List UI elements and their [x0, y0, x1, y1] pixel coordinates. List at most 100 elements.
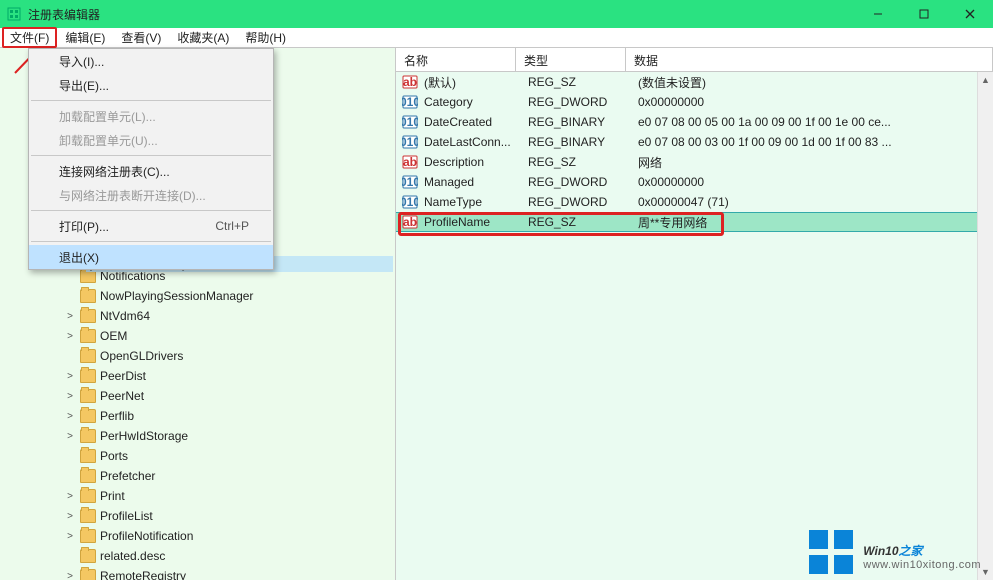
- menu-view[interactable]: 查看(V): [113, 28, 169, 47]
- menu-item[interactable]: 导入(I)...: [29, 49, 273, 73]
- tree-node-label: OpenGLDrivers: [100, 349, 183, 363]
- folder-icon: [80, 369, 96, 383]
- chevron-right-icon[interactable]: >: [64, 511, 76, 522]
- value-rows: ab(默认)REG_SZ(数值未设置)010CategoryREG_DWORD0…: [396, 72, 993, 232]
- string-value-icon: ab: [402, 154, 418, 170]
- col-data-header[interactable]: 数据: [626, 48, 993, 71]
- window-buttons: [855, 0, 993, 28]
- value-row[interactable]: abDescriptionREG_SZ网络: [396, 152, 993, 172]
- minimize-button[interactable]: [855, 0, 901, 28]
- value-row[interactable]: 010 DateLastConn...REG_BINARYe0 07 08 00 …: [396, 132, 993, 152]
- menu-item-label: 打印(P)...: [59, 218, 109, 235]
- tree-node[interactable]: >PeerNet: [4, 386, 395, 406]
- tree-node[interactable]: >Print: [4, 486, 395, 506]
- tree-node[interactable]: > Perflib: [4, 406, 395, 426]
- tree-node[interactable]: >NtVdm64: [4, 306, 395, 326]
- value-name: ProfileName: [424, 215, 528, 229]
- tree-node[interactable]: Ports: [4, 446, 395, 466]
- value-name: Category: [424, 95, 528, 109]
- svg-text:ab: ab: [403, 155, 417, 169]
- tree-node[interactable]: >ProfileList: [4, 506, 395, 526]
- menu-item-label: 导入(I)...: [59, 53, 104, 70]
- value-row[interactable]: abProfileNameREG_SZ周**专用网络: [396, 212, 993, 232]
- value-row[interactable]: 010NameTypeREG_DWORD0x00000047 (71): [396, 192, 993, 212]
- value-type: REG_BINARY: [528, 135, 638, 149]
- chevron-right-icon[interactable]: >: [64, 571, 76, 580]
- chevron-right-icon[interactable]: >: [64, 391, 76, 402]
- tree-node[interactable]: OpenGLDrivers: [4, 346, 395, 366]
- menu-item-label: 导出(E)...: [59, 77, 109, 94]
- value-type: REG_SZ: [528, 155, 638, 169]
- chevron-right-icon[interactable]: >: [64, 371, 76, 382]
- tree-node[interactable]: > PerHwIdStorage: [4, 426, 395, 446]
- folder-icon: [80, 349, 96, 363]
- menu-item[interactable]: 退出(X): [29, 245, 273, 269]
- maximize-button[interactable]: [901, 0, 947, 28]
- menu-separator: [31, 100, 271, 101]
- value-data: (数值未设置): [638, 74, 993, 91]
- chevron-right-icon[interactable]: >: [64, 331, 76, 342]
- value-name: NameType: [424, 195, 528, 209]
- value-data: 网络: [638, 154, 993, 171]
- folder-icon: [80, 389, 96, 403]
- chevron-right-icon[interactable]: >: [64, 311, 76, 322]
- menu-help[interactable]: 帮助(H): [237, 28, 294, 47]
- tree-node[interactable]: related.desc: [4, 546, 395, 566]
- chevron-right-icon[interactable]: >: [64, 431, 76, 442]
- binary-value-icon: 010: [402, 114, 418, 130]
- tree-node[interactable]: > PeerDist: [4, 366, 395, 386]
- tree-node[interactable]: >ProfileNotification: [4, 526, 395, 546]
- menu-edit[interactable]: 编辑(E): [57, 28, 113, 47]
- col-type-header[interactable]: 类型: [516, 48, 626, 71]
- value-row[interactable]: ab(默认)REG_SZ(数值未设置): [396, 72, 993, 92]
- menu-item-label: 连接网络注册表(C)...: [59, 163, 170, 180]
- tree-node[interactable]: NowPlayingSessionManager: [4, 286, 395, 306]
- binary-value-icon: 010: [402, 194, 418, 210]
- menu-item-shortcut: Ctrl+P: [215, 219, 249, 233]
- chevron-right-icon[interactable]: >: [64, 411, 76, 422]
- watermark-logo-icon: [809, 530, 853, 574]
- scrollbar-vertical[interactable]: ▲ ▼: [977, 72, 993, 580]
- file-menu-dropdown: 导入(I)... 导出(E)... 加载配置单元(L)... 卸载配置单元(U)...…: [28, 48, 274, 270]
- svg-text:010: 010: [402, 175, 418, 189]
- menu-item: 卸载配置单元(U)...: [29, 128, 273, 152]
- value-name: Managed: [424, 175, 528, 189]
- menu-item[interactable]: 打印(P)... Ctrl+P: [29, 214, 273, 238]
- tree-node-label: Ports: [100, 449, 128, 463]
- menu-separator: [31, 241, 271, 242]
- tree-node[interactable]: >RemoteRegistry: [4, 566, 395, 580]
- value-row[interactable]: 010CategoryREG_DWORD0x00000000: [396, 92, 993, 112]
- value-data: 0x00000000: [638, 95, 993, 109]
- binary-value-icon: 010: [402, 134, 418, 150]
- registry-tree[interactable]: NotificationsNowPlayingSessionManager>Nt…: [0, 262, 395, 580]
- svg-text:010: 010: [402, 95, 418, 109]
- chevron-right-icon[interactable]: >: [64, 491, 76, 502]
- svg-text:010: 010: [402, 115, 418, 129]
- menu-favorites[interactable]: 收藏夹(A): [169, 28, 237, 47]
- folder-icon: [80, 489, 96, 503]
- tree-node-label: Perflib: [100, 409, 134, 423]
- menu-item-label: 加载配置单元(L)...: [59, 108, 156, 125]
- scroll-up-icon[interactable]: ▲: [978, 72, 993, 88]
- menu-item[interactable]: 导出(E)...: [29, 73, 273, 97]
- value-name: DateCreated: [424, 115, 528, 129]
- menu-item[interactable]: 连接网络注册表(C)...: [29, 159, 273, 183]
- folder-icon: [80, 449, 96, 463]
- value-data: e0 07 08 00 03 00 1f 00 09 00 1d 00 1f 0…: [638, 135, 993, 149]
- title-bar: 注册表编辑器: [0, 0, 993, 28]
- chevron-right-icon[interactable]: >: [64, 531, 76, 542]
- close-button[interactable]: [947, 0, 993, 28]
- value-name: DateLastConn...: [424, 135, 528, 149]
- tree-node-label: PerHwIdStorage: [100, 429, 188, 443]
- tree-node[interactable]: Prefetcher: [4, 466, 395, 486]
- value-row[interactable]: 010DateCreatedREG_BINARYe0 07 08 00 05 0…: [396, 112, 993, 132]
- folder-icon: [80, 569, 96, 580]
- value-data: 周**专用网络: [638, 214, 993, 231]
- tree-node-label: PeerDist: [100, 369, 146, 383]
- tree-node[interactable]: >OEM: [4, 326, 395, 346]
- col-name-header[interactable]: 名称: [396, 48, 516, 71]
- column-headers: 名称 类型 数据: [396, 48, 993, 72]
- menu-file[interactable]: 文件(F): [2, 27, 57, 48]
- value-row[interactable]: 010ManagedREG_DWORD0x00000000: [396, 172, 993, 192]
- tree-node-label: NowPlayingSessionManager: [100, 289, 253, 303]
